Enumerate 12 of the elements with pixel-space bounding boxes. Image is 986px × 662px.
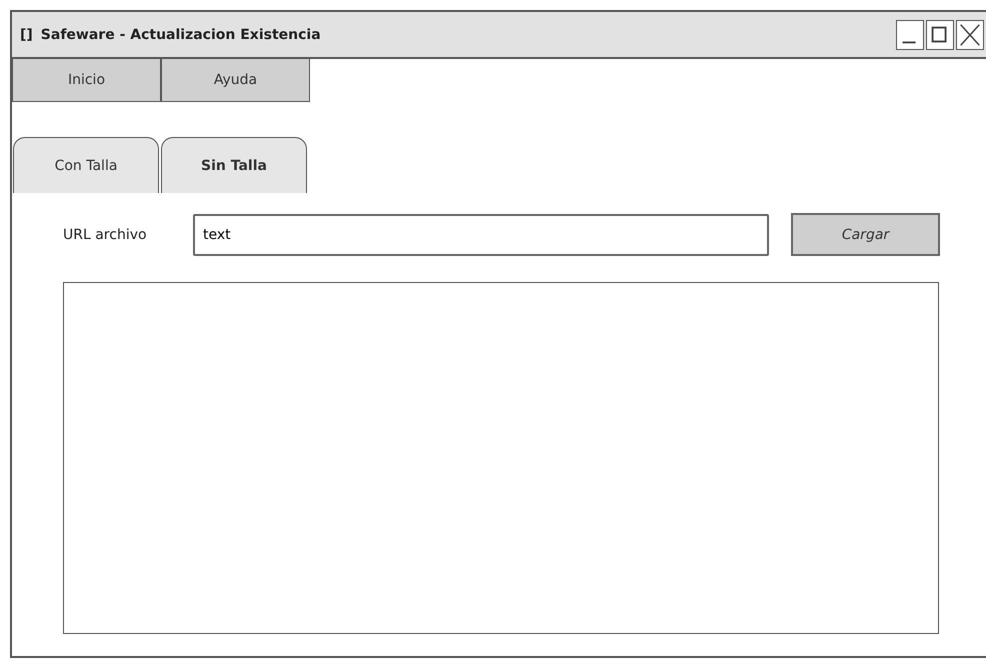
window-icon: [] — [20, 26, 33, 42]
tab[interactable]: Sin Talla — [161, 137, 307, 193]
field-label: URL archivo — [63, 226, 148, 242]
menu-button[interactable]: Inicio — [12, 59, 161, 102]
window-title: Safeware - Actualizacion Existencia — [40, 26, 321, 42]
load-button[interactable]: Cargar — [791, 213, 940, 256]
minimize-icon[interactable] — [896, 20, 924, 50]
url-field[interactable]: text — [193, 214, 769, 256]
tab[interactable]: Con Talla — [13, 137, 159, 193]
maximize-icon[interactable] — [926, 20, 954, 50]
menu-button[interactable]: Ayuda — [161, 59, 310, 102]
close-icon[interactable] — [956, 20, 984, 50]
